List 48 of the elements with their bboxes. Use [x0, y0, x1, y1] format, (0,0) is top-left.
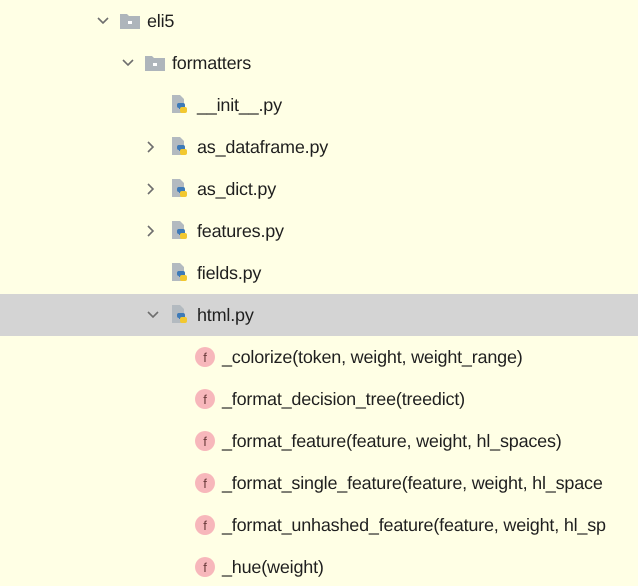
python-file-icon [170, 179, 190, 199]
python-file-icon [170, 221, 190, 241]
tree-row[interactable]: as_dataframe.py [0, 126, 638, 168]
function-icon: f [195, 557, 215, 577]
chevron-down-icon[interactable] [147, 311, 159, 319]
tree-item-label: _format_single_feature(feature, weight, hl_space [222, 472, 603, 494]
tree-row[interactable]: fields.py [0, 252, 638, 294]
tree-row[interactable]: f _format_decision_tree(treedict) [0, 378, 638, 420]
tree-row[interactable]: f _hue(weight) [0, 546, 638, 586]
python-file-icon [170, 305, 190, 325]
function-icon: f [195, 473, 215, 493]
tree-row[interactable]: f _format_feature(feature, weight, hl_spaces) [0, 420, 638, 462]
tree-item-label: as_dict.py [197, 178, 276, 200]
chevron-down-icon[interactable] [97, 17, 109, 25]
tree-row[interactable]: f _colorize(token, weight, weight_range) [0, 336, 638, 378]
tree-item-label: features.py [197, 220, 284, 242]
tree-item-label: fields.py [197, 262, 262, 284]
tree-item-label: _format_unhashed_feature(feature, weight, hl_sp [222, 514, 606, 536]
tree-row[interactable]: f _format_single_feature(feature, weight, hl_space [0, 462, 638, 504]
tree-item-label: __init__.py [197, 94, 282, 116]
tree-row[interactable]: features.py [0, 210, 638, 252]
tree-row[interactable]: eli5 [0, 0, 638, 42]
python-file-icon [170, 137, 190, 157]
tree-item-label: _format_decision_tree(treedict) [222, 388, 465, 410]
chevron-right-icon[interactable] [147, 225, 155, 237]
tree-item-label: eli5 [147, 10, 174, 32]
tree-row[interactable]: html.py [0, 294, 638, 336]
tree-item-label: _format_feature(feature, weight, hl_spaces) [222, 430, 562, 452]
tree-item-label: _colorize(token, weight, weight_range) [222, 346, 523, 368]
chevron-down-icon[interactable] [122, 59, 134, 67]
tree-row[interactable]: f _format_unhashed_feature(feature, weight, hl_sp [0, 504, 638, 546]
python-file-icon [170, 95, 190, 115]
function-icon: f [195, 389, 215, 409]
tree-item-label: html.py [197, 304, 254, 326]
chevron-right-icon[interactable] [147, 183, 155, 195]
function-icon: f [195, 431, 215, 451]
function-icon: f [195, 515, 215, 535]
chevron-right-icon[interactable] [147, 141, 155, 153]
folder-icon [145, 55, 165, 71]
function-icon: f [195, 347, 215, 367]
tree-item-label: _hue(weight) [222, 556, 324, 578]
tree-row[interactable]: formatters [0, 42, 638, 84]
tree-item-label: formatters [172, 52, 252, 74]
tree-row[interactable]: __init__.py [0, 84, 638, 126]
python-file-icon [170, 263, 190, 283]
tree-row[interactable]: as_dict.py [0, 168, 638, 210]
folder-icon [120, 13, 140, 29]
tree-item-label: as_dataframe.py [197, 136, 328, 158]
